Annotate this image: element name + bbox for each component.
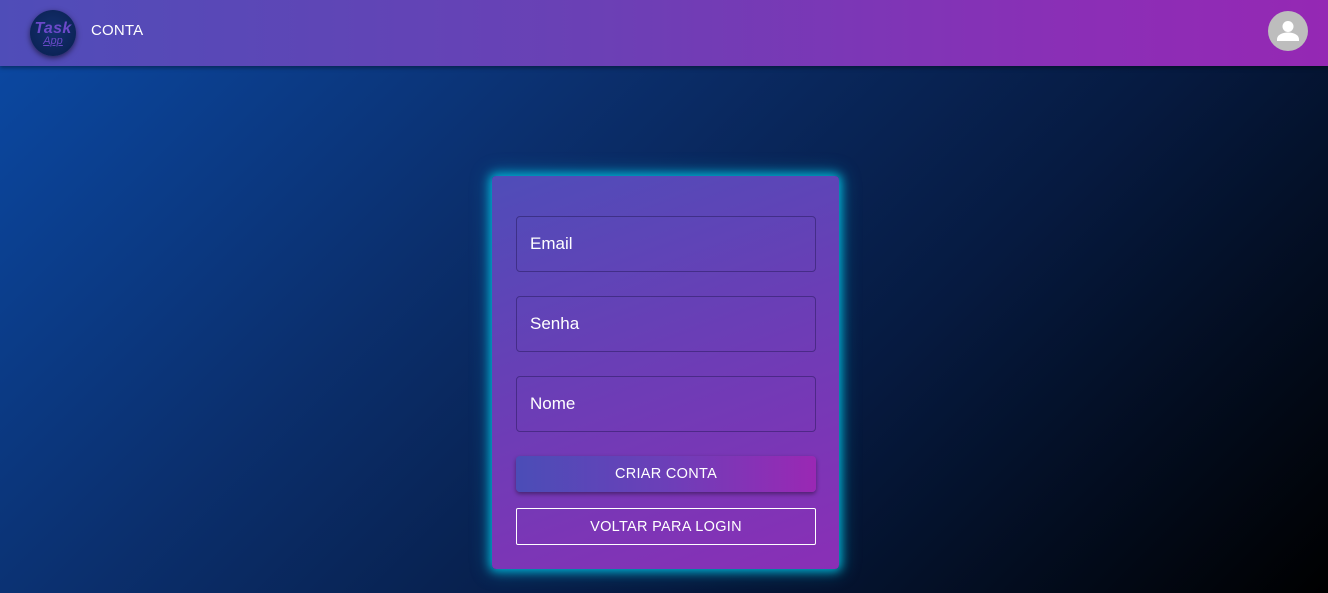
user-avatar-icon [1277,21,1299,41]
password-field[interactable]: Senha [516,296,816,352]
name-field[interactable]: Nome [516,376,816,432]
logo-text-app: App [43,35,63,47]
top-app-bar: Task App CONTA [0,0,1328,66]
email-placeholder: Email [530,234,573,253]
signup-card: Email Senha Nome CRIAR CONTA VOLTAR PARA… [492,176,839,569]
task-app-logo[interactable]: Task App [30,10,76,56]
page-title: CONTA [91,22,144,39]
create-account-button[interactable]: CRIAR CONTA [516,456,816,492]
password-placeholder: Senha [530,314,580,333]
account-avatar-button[interactable] [1268,11,1308,51]
email-field[interactable]: Email [516,216,816,272]
name-placeholder: Nome [530,394,576,413]
logo-text-task: Task [34,20,72,37]
back-to-login-button[interactable]: VOLTAR PARA LOGIN [516,508,816,545]
